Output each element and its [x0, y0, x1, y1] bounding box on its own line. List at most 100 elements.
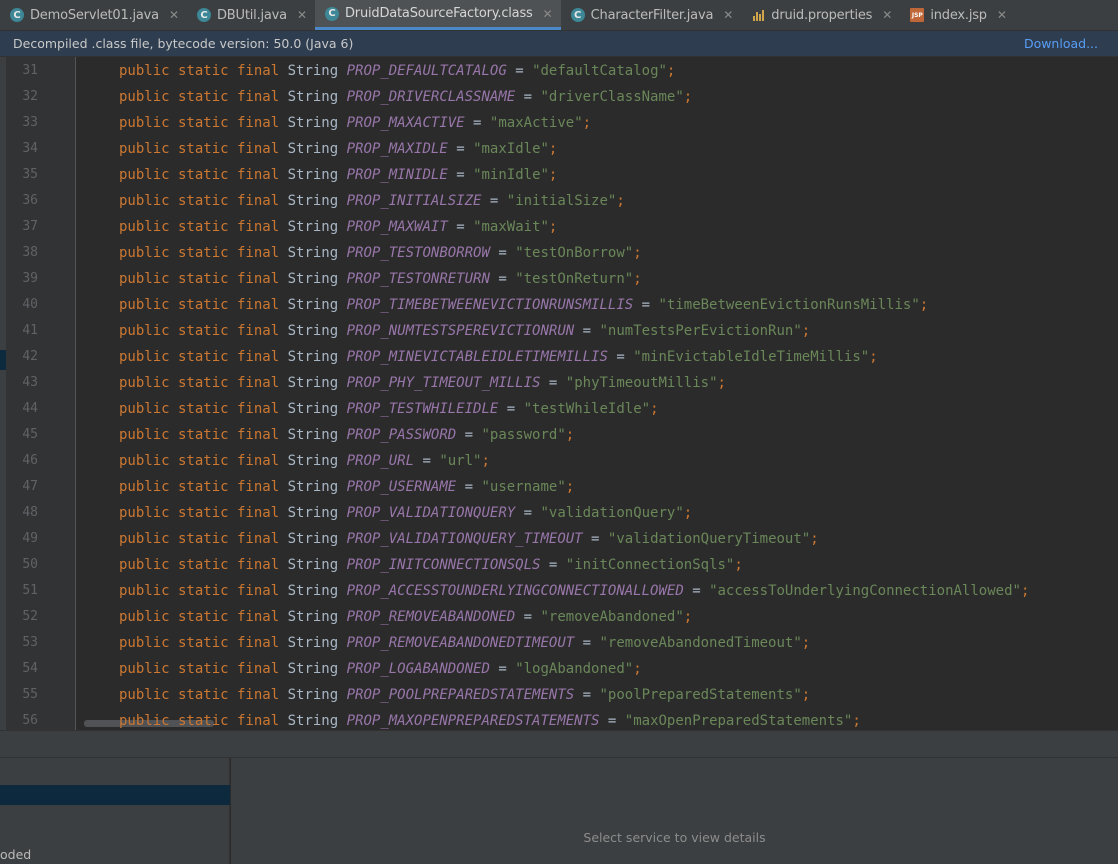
services-tree[interactable]: oded [0, 758, 230, 864]
type-name: String [287, 531, 339, 547]
modifier-keywords: public static final [119, 427, 280, 443]
constant-name: PROP_INITIALSIZE [346, 193, 482, 209]
code-line[interactable]: public static final String PROP_MAXIDLE … [119, 136, 557, 162]
code-line[interactable]: public static final String PROP_MAXACTIV… [119, 110, 591, 136]
assign-operator: = [447, 141, 474, 157]
type-name: String [287, 453, 339, 469]
code-line[interactable]: public static final String PROP_REMOVEAB… [119, 604, 692, 630]
download-link[interactable]: Download... [1024, 36, 1098, 51]
semicolon: ; [548, 141, 558, 157]
type-name: String [287, 349, 339, 365]
tab-index-jsp[interactable]: JSP index.jsp ✕ [900, 0, 1015, 30]
code-line[interactable]: public static final String PROP_MAXWAIT … [119, 214, 557, 240]
close-icon[interactable]: ✕ [169, 8, 179, 22]
code-line[interactable]: public static final String PROP_TESTONBO… [119, 240, 642, 266]
semicolon: ; [650, 401, 659, 417]
type-name: String [287, 505, 339, 521]
code-line[interactable]: public static final String PROP_TESTWHIL… [119, 396, 659, 422]
type-name: String [287, 635, 339, 651]
modifier-keywords: public static final [119, 167, 280, 183]
semicolon: ; [633, 661, 642, 677]
code-line[interactable]: public static final String PROP_USERNAME… [119, 474, 574, 500]
string-literal: "phyTimeoutMillis" [565, 375, 718, 391]
type-name: String [287, 167, 339, 183]
decompiled-banner: Decompiled .class file, bytecode version… [0, 31, 1118, 57]
line-number: 46 [22, 453, 38, 468]
close-icon[interactable]: ✕ [543, 7, 553, 21]
semicolon: ; [683, 505, 693, 521]
type-name: String [287, 401, 339, 417]
line-number: 51 [22, 583, 38, 598]
tab-druiddatasourcefactory-class[interactable]: C DruidDataSourceFactory.class ✕ [315, 0, 561, 30]
services-selected-row[interactable] [0, 785, 230, 805]
string-literal: "accessToUnderlyingConnectionAllowed" [709, 583, 1021, 599]
semicolon: ; [633, 245, 642, 261]
assign-operator: = [574, 323, 600, 339]
code-line[interactable]: public static final String PROP_REMOVEAB… [119, 630, 810, 656]
constant-name: PROP_INITCONNECTIONSQLS [346, 557, 541, 573]
code-line[interactable]: public static final String PROP_DEFAULTC… [119, 58, 675, 84]
tab-demoservlet01-java[interactable]: C DemoServlet01.java ✕ [0, 0, 187, 30]
semicolon: ; [481, 453, 490, 469]
type-name: String [287, 193, 339, 209]
constant-name: PROP_TESTONBORROW [346, 245, 490, 261]
line-number: 32 [22, 89, 38, 104]
tab-druid-properties[interactable]: druid.properties ✕ [741, 0, 900, 30]
modifier-keywords: public static final [119, 505, 280, 521]
code-line[interactable]: public static final String PROP_DRIVERCL… [119, 84, 692, 110]
modifier-keywords: public static final [119, 219, 280, 235]
assign-operator: = [515, 505, 541, 521]
string-literal: "validationQuery" [540, 505, 684, 521]
line-number: 52 [22, 609, 38, 624]
close-icon[interactable]: ✕ [882, 8, 892, 22]
assign-operator: = [599, 713, 625, 729]
assign-operator: = [574, 635, 600, 651]
modifier-keywords: public static final [119, 583, 280, 599]
modifier-keywords: public static final [119, 193, 280, 209]
code-line[interactable]: public static final String PROP_INITIALS… [119, 188, 625, 214]
close-icon[interactable]: ✕ [723, 8, 733, 22]
banner-text: Decompiled .class file, bytecode version… [13, 36, 354, 51]
tab-label: DBUtil.java [217, 7, 287, 23]
string-literal: "logAbandoned" [515, 661, 634, 677]
type-name: String [287, 245, 339, 261]
string-literal: "maxActive" [489, 115, 583, 131]
code-line[interactable]: public static final String PROP_MINIDLE … [119, 162, 557, 188]
code-line[interactable]: public static final String PROP_PASSWORD… [119, 422, 574, 448]
constant-name: PROP_USERNAME [346, 479, 457, 495]
code-line[interactable]: public static final String PROP_LOGABAND… [119, 656, 642, 682]
close-icon[interactable]: ✕ [297, 8, 307, 22]
constant-name: PROP_NUMTESTSPEREVICTIONRUN [346, 323, 575, 339]
line-number: 45 [22, 427, 38, 442]
tab-label: index.jsp [930, 7, 987, 23]
code-line[interactable]: public static final String PROP_TIMEBETW… [119, 292, 928, 318]
code-line[interactable]: public static final String PROP_MAXOPENP… [119, 708, 861, 730]
code-line[interactable]: public static final String PROP_URL = "u… [119, 448, 490, 474]
code-line[interactable]: public static final String PROP_INITCONN… [119, 552, 743, 578]
constant-name: PROP_PHY_TIMEOUT_MILLIS [346, 375, 541, 391]
code-line[interactable]: public static final String PROP_ACCESSTO… [119, 578, 1029, 604]
line-number: 54 [22, 661, 38, 676]
type-name: String [287, 557, 339, 573]
string-literal: "testOnReturn" [515, 271, 634, 287]
tab-characterfilter-java[interactable]: C CharacterFilter.java ✕ [561, 0, 742, 30]
code-editor[interactable]: public static final String PROP_DEFAULTC… [76, 57, 1118, 730]
code-line[interactable]: public static final String PROP_TESTONRE… [119, 266, 642, 292]
code-line[interactable]: public static final String PROP_PHY_TIME… [119, 370, 726, 396]
assign-operator: = [633, 297, 659, 313]
close-icon[interactable]: ✕ [997, 8, 1007, 22]
modifier-keywords: public static final [119, 297, 280, 313]
code-line[interactable]: public static final String PROP_VALIDATI… [119, 500, 692, 526]
code-line[interactable]: public static final String PROP_MINEVICT… [119, 344, 878, 370]
constant-name: PROP_DEFAULTCATALOG [346, 63, 507, 79]
c-class-icon: C [197, 8, 211, 22]
modifier-keywords: public static final [119, 271, 280, 287]
constant-name: PROP_MAXOPENPREPAREDSTATEMENTS [346, 713, 600, 729]
code-line[interactable]: public static final String PROP_NUMTESTS… [119, 318, 810, 344]
tab-dbutil-java[interactable]: C DBUtil.java ✕ [187, 0, 315, 30]
string-literal: "maxOpenPreparedStatements" [624, 713, 853, 729]
assign-operator: = [489, 245, 516, 261]
code-line[interactable]: public static final String PROP_VALIDATI… [119, 526, 819, 552]
type-name: String [287, 687, 339, 703]
code-line[interactable]: public static final String PROP_POOLPREP… [119, 682, 810, 708]
